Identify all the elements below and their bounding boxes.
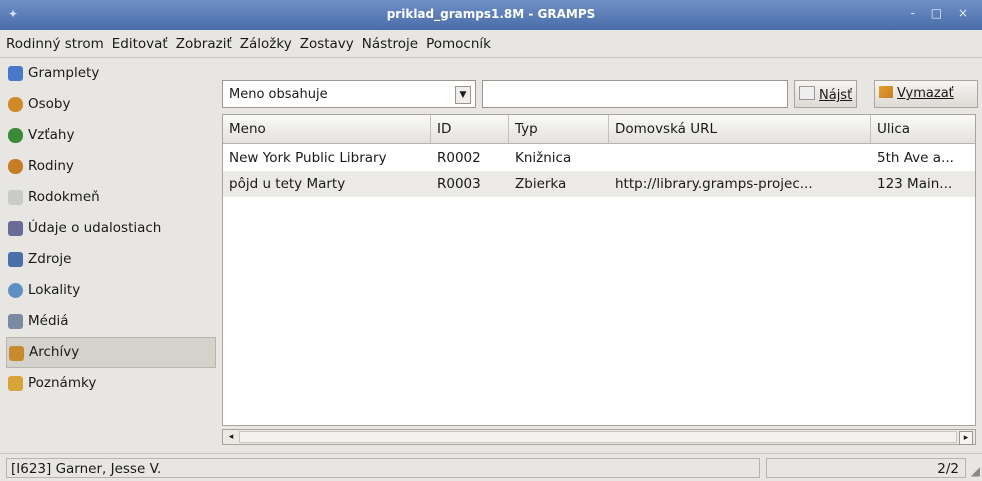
scroll-left-icon[interactable]: ◂ [225,431,237,443]
cell-ulica: 5th Ave a... [877,150,954,166]
record-count: 2/2 [766,458,966,478]
table-header: Meno ID Typ Domovská URL Ulica [223,115,975,144]
chevron-down-icon[interactable]: ▼ [455,86,471,104]
menu-rodinny-strom[interactable]: Rodinný strom [0,30,106,52]
notes-icon [8,376,23,391]
menu-bar: Rodinný strom Editovať Zobraziť Záložky Zost… [0,30,982,58]
repository-icon [9,346,24,361]
globe-icon [8,283,23,298]
cell-meno: New York Public Library [229,150,387,166]
filter-toolbar: Meno obsahuje ▼ Nájsť Vymazať [222,80,982,112]
cell-meno: pôjd u tety Marty [229,176,346,192]
menu-zostavy[interactable]: Zostavy [294,30,356,52]
sidebar-item-label: Údaje o udalostiach [28,220,162,236]
sidebar-item-label: Vzťahy [28,127,75,143]
table-row[interactable]: pôjd u tety Marty R0003 Zbierka http://l… [223,171,975,197]
clear-label: Vymazať [897,86,954,101]
cell-ulica: 123 Main... [877,176,953,192]
sidebar-item-label: Archívy [29,344,80,360]
find-button[interactable]: Nájsť [794,80,858,108]
person-icon [8,97,23,112]
window-title: priklad_gramps1.8M - GRAMPS [386,7,596,21]
repository-table: Meno ID Typ Domovská URL Ulica New York … [222,114,976,426]
sidebar-item-poznamky[interactable]: Poznámky [6,368,216,399]
scrollbar-thumb[interactable] [239,431,957,443]
sidebar-item-udalosti[interactable]: Údaje o udalostiach [6,213,216,244]
sidebar-item-zdroje[interactable]: Zdroje [6,244,216,275]
cell-id: R0003 [437,176,481,192]
sidebar-item-media[interactable]: Médiá [6,306,216,337]
sidebar-item-label: Lokality [28,282,81,298]
sidebar-item-label: Osoby [28,96,71,112]
menu-nastroje[interactable]: Nástroje [356,30,420,52]
menu-pomocnik[interactable]: Pomocník [420,30,493,52]
filter-combo-value: Meno obsahuje [229,87,328,102]
sidebar-item-lokality[interactable]: Lokality [6,275,216,306]
sidebar-item-label: Médiá [28,313,69,329]
scroll-right-icon[interactable]: ▸ [959,431,973,445]
status-bar: [I623] Garner, Jesse V. 2/2 ◢ [0,453,982,481]
resize-grip-icon[interactable]: ◢ [971,464,980,478]
sidebar-item-rodiny[interactable]: Rodiny [6,151,216,182]
sidebar-item-label: Zdroje [28,251,72,267]
filter-combo[interactable]: Meno obsahuje ▼ [222,80,476,108]
broom-icon [879,86,893,98]
family-icon [8,159,23,174]
events-icon [8,221,23,236]
find-icon [799,86,815,100]
cell-typ: Knižnica [515,150,572,166]
sidebar-item-osoby[interactable]: Osoby [6,89,216,120]
sidebar-item-label: Poznámky [28,375,97,391]
cell-typ: Zbierka [515,176,567,192]
cell-url: http://library.gramps-projec... [615,176,813,192]
sidebar-item-vztahy[interactable]: Vzťahy [6,120,216,151]
pedigree-icon [8,190,23,205]
menu-zobrazit[interactable]: Zobraziť [170,30,234,52]
search-input[interactable] [482,80,788,108]
sidebar-item-rodokmen[interactable]: Rodokmeň [6,182,216,213]
horizontal-scrollbar[interactable]: ◂ ▸ [222,429,976,445]
sidebar-item-label: Rodokmeň [28,189,100,205]
menu-editovat[interactable]: Editovať [106,30,170,52]
column-header-id[interactable]: ID [431,115,509,143]
column-header-ulica[interactable]: Ulica [871,115,975,143]
media-icon [8,314,23,329]
sidebar-item-gramplety[interactable]: Gramplety [6,58,216,89]
window-controls[interactable]: - □ × [911,6,974,20]
column-header-meno[interactable]: Meno [223,115,431,143]
table-row[interactable]: New York Public Library R0002 Knižnica 5… [223,145,975,171]
sidebar-item-archivy[interactable]: Archívy [6,337,216,368]
relationships-icon [8,128,23,143]
find-label: Nájsť [819,88,853,103]
cell-id: R0002 [437,150,481,166]
title-bar: ✦ priklad_gramps1.8M - GRAMPS - □ × [0,0,982,30]
menu-zalozky[interactable]: Záložky [234,30,294,52]
column-header-url[interactable]: Domovská URL [609,115,871,143]
status-message: [I623] Garner, Jesse V. [6,458,760,478]
gramplets-icon [8,66,23,81]
cell-url [609,145,871,171]
clear-button[interactable]: Vymazať [874,80,978,108]
column-header-typ[interactable]: Typ [509,115,609,143]
sources-icon [8,252,23,267]
sidebar: Gramplety Osoby Vzťahy Rodiny Rodokmeň Ú… [6,58,216,450]
sidebar-item-label: Gramplety [28,65,100,81]
sidebar-item-label: Rodiny [28,158,74,174]
